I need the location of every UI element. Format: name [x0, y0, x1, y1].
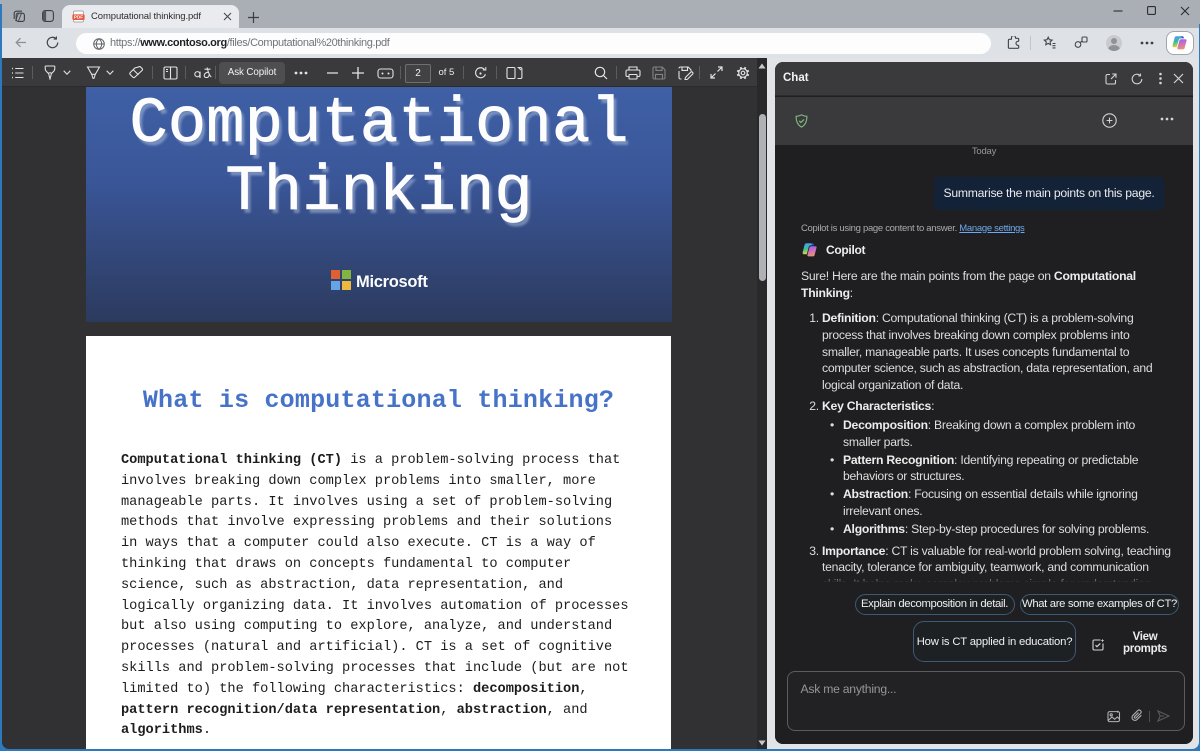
svg-text:PDF: PDF	[74, 15, 83, 20]
